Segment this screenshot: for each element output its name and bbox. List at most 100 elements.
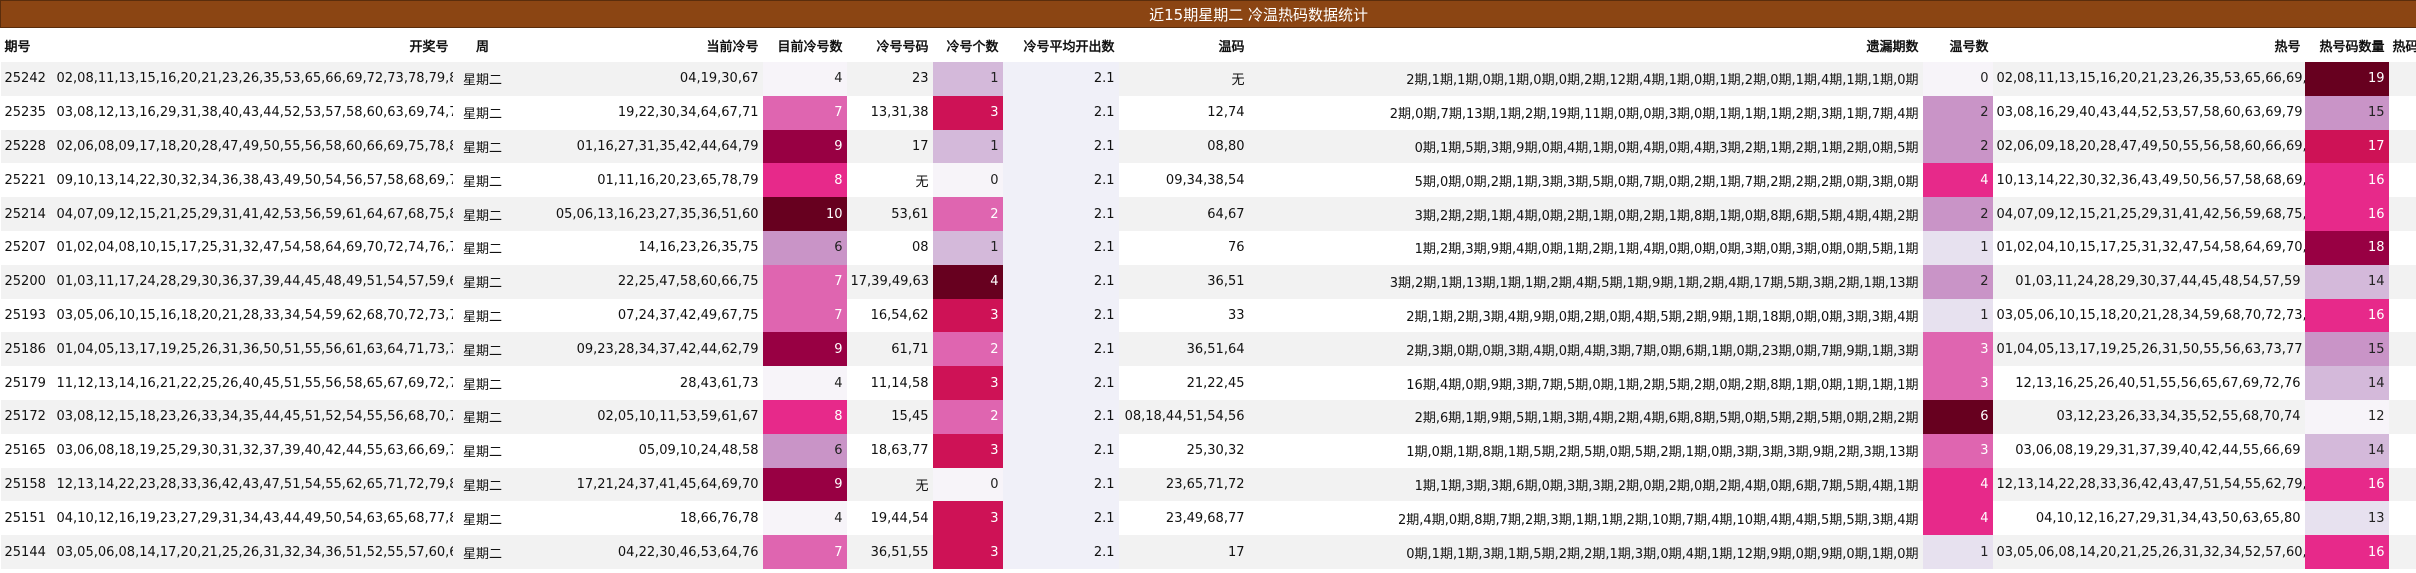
cell-cold-nums: 无 [846, 163, 933, 198]
cell-miss: 1期,2期,3期,9期,4期,0期,1期,2期,1期,4期,0期,0期,0期,3… [1248, 230, 1923, 265]
cell-hot-count: 12 [2304, 399, 2389, 434]
cell-cold-now-count: 7 [762, 264, 847, 299]
cell-draw: 03,08,12,15,18,23,26,33,34,35,44,45,51,5… [52, 399, 453, 434]
table-row: 25235 03,08,12,13,16,29,31,38,40,43,44,52… [0, 95, 2416, 130]
cell-hot-count: 16 [2304, 197, 2389, 231]
cell-miss: 2期,1期,1期,0期,1期,0期,0期,2期,12期,4期,1期,0期,1期,… [1248, 62, 1923, 96]
cell-warm-count: 2 [1922, 197, 1993, 231]
cell-hot-count: 16 [2304, 163, 2389, 198]
cell-hot: 03,05,06,10,15,18,20,21,28,34,59,68,70,7… [1992, 298, 2305, 333]
cell-cold-now-count: 4 [762, 366, 847, 400]
cell-weekday: 星期二 [452, 230, 513, 265]
cell-warm-count: 4 [1922, 501, 1993, 536]
cell-warm: 无 [1118, 62, 1249, 96]
cell-warm: 08,80 [1118, 129, 1249, 164]
cell-draw: 04,10,12,16,19,23,27,29,31,34,43,44,49,5… [52, 501, 453, 536]
cell-hot-avg: 15.4 [2388, 264, 2416, 299]
cell-cold-avg: 2.1 [1002, 332, 1119, 367]
cell-cold-avg: 2.1 [1002, 433, 1119, 468]
cell-warm-count: 0 [1922, 62, 1993, 96]
table-row: 25221 09,10,13,14,22,30,32,34,36,38,43,49… [0, 163, 2416, 198]
cell-cold-nums: 17,39,49,63 [846, 264, 933, 299]
cell-hot: 01,03,11,24,28,29,30,37,44,45,48,54,57,5… [1992, 264, 2305, 299]
cell-hot-avg: 15.4 [2388, 433, 2416, 468]
cell-period: 25242 [0, 62, 53, 96]
cell-cold-nums: 53,61 [846, 197, 933, 231]
cell-hot: 01,04,05,13,17,19,25,26,31,50,55,56,63,7… [1992, 332, 2305, 367]
table-row: 25144 03,05,06,08,14,17,20,21,25,26,31,32… [0, 535, 2416, 569]
cell-cold-avg: 2.1 [1002, 95, 1119, 130]
cell-cold-count: 3 [932, 501, 1003, 536]
cell-hot-count: 16 [2304, 298, 2389, 333]
cell-hot-count: 17 [2304, 129, 2389, 164]
cell-weekday: 星期二 [452, 264, 513, 299]
cell-period: 25207 [0, 230, 53, 265]
cell-cold-nums: 36,51,55 [846, 535, 933, 569]
cell-warm: 23,49,68,77 [1118, 501, 1249, 536]
cell-hot-count: 18 [2304, 230, 2389, 265]
cell-period: 25172 [0, 399, 53, 434]
cell-draw: 03,05,06,08,14,17,20,21,25,26,31,32,34,3… [52, 535, 453, 569]
cell-weekday: 星期二 [452, 332, 513, 367]
header-col-miss: 遗漏期数 [1248, 27, 1923, 62]
cell-hot-count: 15 [2304, 332, 2389, 367]
cell-hot-avg: 15.4 [2388, 129, 2416, 164]
cell-cold-avg: 2.1 [1002, 366, 1119, 400]
cell-cold-now: 04,19,30,67 [512, 62, 763, 96]
table-row: 25242 02,08,11,13,15,16,20,21,23,26,35,53… [0, 62, 2416, 96]
cell-period: 25144 [0, 535, 53, 569]
cell-cold-avg: 2.1 [1002, 501, 1119, 536]
cell-cold-count: 1 [932, 62, 1003, 96]
cell-draw: 02,06,08,09,17,18,20,28,47,49,50,55,56,5… [52, 129, 453, 164]
table-row: 25172 03,08,12,15,18,23,26,33,34,35,44,45… [0, 399, 2416, 434]
cell-cold-now-count: 8 [762, 399, 847, 434]
table-row: 25200 01,03,11,17,24,28,29,30,36,37,39,44… [0, 264, 2416, 299]
table-row: 25214 04,07,09,12,15,21,25,29,31,41,42,53… [0, 197, 2416, 231]
cell-hot: 12,13,14,22,28,33,36,42,43,47,51,54,55,6… [1992, 467, 2305, 502]
cell-hot-avg: 15.4 [2388, 399, 2416, 434]
cell-hot-count: 14 [2304, 366, 2389, 400]
cell-period: 25221 [0, 163, 53, 198]
cell-cold-avg: 2.1 [1002, 230, 1119, 265]
cell-cold-now-count: 4 [762, 501, 847, 536]
cell-cold-now: 19,22,30,34,64,67,71 [512, 95, 763, 130]
cell-weekday: 星期二 [452, 433, 513, 468]
cell-cold-avg: 2.1 [1002, 298, 1119, 333]
cell-cold-nums: 08 [846, 230, 933, 265]
cell-warm-count: 3 [1922, 366, 1993, 400]
cell-warm: 76 [1118, 230, 1249, 265]
cell-warm: 21,22,45 [1118, 366, 1249, 400]
cell-draw: 12,13,14,22,23,28,33,36,42,43,47,51,54,5… [52, 467, 453, 502]
header-col-period: 期号 [0, 27, 53, 62]
cell-cold-now: 07,24,37,42,49,67,75 [512, 298, 763, 333]
cell-hot-count: 14 [2304, 264, 2389, 299]
cell-draw: 03,05,06,10,15,16,18,20,21,28,33,34,54,5… [52, 298, 453, 333]
cell-cold-count: 3 [932, 535, 1003, 569]
cell-cold-count: 1 [932, 230, 1003, 265]
cell-draw: 09,10,13,14,22,30,32,34,36,38,43,49,50,5… [52, 163, 453, 198]
cell-cold-nums: 61,71 [846, 332, 933, 367]
cell-cold-nums: 23 [846, 62, 933, 96]
cell-warm: 36,51,64 [1118, 332, 1249, 367]
cell-weekday: 星期二 [452, 467, 513, 502]
cell-cold-avg: 2.1 [1002, 197, 1119, 231]
cell-cold-count: 2 [932, 332, 1003, 367]
cell-miss: 3期,2期,2期,1期,4期,0期,2期,1期,0期,2期,1期,8期,1期,0… [1248, 197, 1923, 231]
cell-miss: 16期,4期,0期,9期,3期,7期,5期,0期,1期,2期,5期,2期,0期,… [1248, 366, 1923, 400]
cell-hot-avg: 15.4 [2388, 535, 2416, 569]
cell-warm: 23,65,71,72 [1118, 467, 1249, 502]
cell-cold-avg: 2.1 [1002, 163, 1119, 198]
cell-warm: 64,67 [1118, 197, 1249, 231]
header-col-warm: 温码 [1118, 27, 1249, 62]
cell-weekday: 星期二 [452, 298, 513, 333]
cell-cold-nums: 无 [846, 467, 933, 502]
cell-hot-avg: 15.4 [2388, 332, 2416, 367]
cell-hot-count: 19 [2304, 62, 2389, 96]
cell-cold-now-count: 9 [762, 332, 847, 367]
header-col-cold-avg: 冷号平均开出数 [1002, 27, 1119, 62]
cell-draw: 03,08,12,13,16,29,31,38,40,43,44,52,53,5… [52, 95, 453, 130]
cell-weekday: 星期二 [452, 197, 513, 231]
cell-warm-count: 4 [1922, 467, 1993, 502]
cell-miss: 1期,0期,1期,8期,1期,5期,2期,5期,0期,5期,2期,1期,0期,3… [1248, 433, 1923, 468]
cell-miss: 2期,0期,7期,13期,1期,2期,19期,11期,0期,0期,3期,0期,1… [1248, 95, 1923, 130]
